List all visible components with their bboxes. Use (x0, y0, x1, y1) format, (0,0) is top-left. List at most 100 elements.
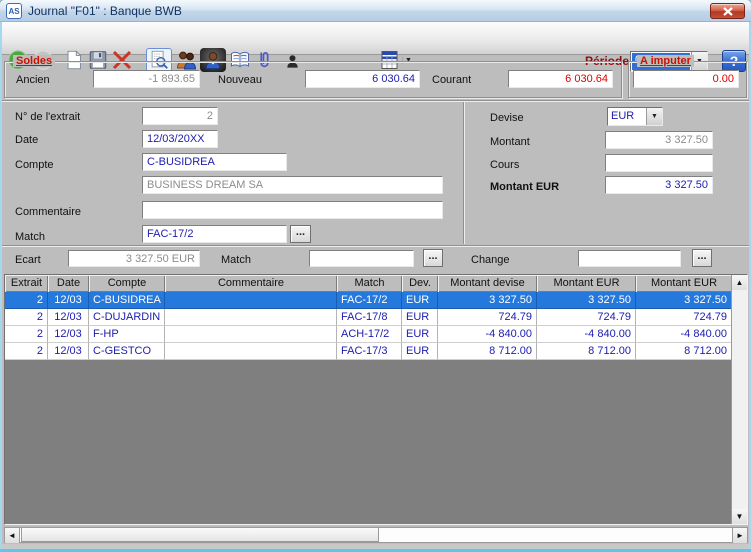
table-cell: 3 327.50 (537, 292, 636, 309)
nouveau-field[interactable]: 6 030.64 (305, 70, 420, 88)
grid-header: ExtraitDateCompteCommentaireMatchDev.Mon… (5, 275, 731, 292)
toolbar: ▼ Période 03/20XX ▼ ? (0, 22, 751, 55)
table-cell: 8 712.00 (537, 343, 636, 360)
transactions-grid: ExtraitDateCompteCommentaireMatchDev.Mon… (4, 274, 748, 525)
match-field[interactable]: FAC-17/2 (142, 225, 287, 243)
table-cell: EUR (402, 343, 438, 360)
montant-field: 3 327.50 (605, 131, 713, 149)
nouveau-label: Nouveau (218, 74, 262, 86)
ancien-label: Ancien (16, 74, 50, 86)
table-cell: 12/03 (48, 309, 89, 326)
table-cell: C-GESTCO (89, 343, 165, 360)
date-field[interactable]: 12/03/20XX (142, 130, 218, 148)
column-header[interactable]: Dev. (402, 275, 438, 292)
arrow-right-icon: ► (736, 531, 744, 540)
match-browse-button[interactable]: ... (290, 225, 311, 243)
close-icon (723, 7, 733, 16)
montant-eur-field[interactable]: 3 327.50 (605, 176, 713, 194)
arrow-up-icon: ▲ (736, 278, 744, 287)
title-bar: AS Journal "F01" : Banque BWB (0, 0, 751, 22)
change-field[interactable] (578, 250, 681, 267)
divider (2, 100, 749, 102)
divider (2, 245, 749, 247)
extrait-field: 2 (142, 107, 218, 125)
column-header[interactable]: Montant EUR (636, 275, 732, 292)
table-row[interactable]: 212/03C-DUJARDINFAC-17/8EUR724.79724.797… (5, 309, 731, 326)
change-browse-button[interactable]: ... (692, 249, 712, 267)
devise-dropdown-button[interactable]: ▼ (646, 108, 662, 125)
column-header[interactable]: Extrait (5, 275, 48, 292)
table-cell: 12/03 (48, 326, 89, 343)
app-window: AS Journal "F01" : Banque BWB (0, 0, 751, 552)
table-cell (165, 309, 337, 326)
table-cell: 2 (5, 309, 48, 326)
column-header[interactable]: Montant devise (438, 275, 537, 292)
cours-label: Cours (490, 159, 519, 171)
a-imputer-group-label: A imputer (637, 55, 694, 67)
table-cell: 12/03 (48, 343, 89, 360)
close-button[interactable] (710, 3, 745, 19)
commentaire-label: Commentaire (15, 206, 81, 218)
table-row[interactable]: 212/03C-GESTCO FAC-17/3EUR 8 712.008 712.0… (5, 343, 731, 360)
montant-eur-label: Montant EUR (490, 181, 559, 193)
commentaire-field[interactable] (142, 201, 443, 219)
table-cell: F-HP (89, 326, 165, 343)
compte-name-field: BUSINESS DREAM SA (142, 176, 443, 194)
table-cell: -4 840.00 (438, 326, 537, 343)
devise-label: Devise (490, 112, 524, 124)
horizontal-scrollbar[interactable]: ◄ ► (4, 527, 748, 543)
horizontal-scroll-thumb[interactable] (21, 528, 379, 542)
divider (463, 102, 465, 244)
cours-field[interactable] (605, 154, 713, 172)
scroll-up-button[interactable]: ▲ (732, 275, 747, 290)
devise-combobox[interactable]: EUR ▼ (607, 107, 663, 126)
montant-label: Montant (490, 136, 530, 148)
column-header[interactable]: Montant EUR (537, 275, 636, 292)
arrow-down-icon: ▼ (736, 512, 744, 521)
devise-value: EUR (608, 108, 646, 125)
table-cell: -4 840.00 (537, 326, 636, 343)
scroll-left-button[interactable]: ◄ (5, 528, 20, 543)
table-cell (165, 292, 337, 309)
table-cell: 724.79 (537, 309, 636, 326)
ecart-match-browse-button[interactable]: ... (423, 249, 443, 267)
column-header[interactable]: Compte (89, 275, 165, 292)
arrow-left-icon: ◄ (8, 531, 16, 540)
table-cell: 2 (5, 343, 48, 360)
table-cell: FAC-17/3 (337, 343, 402, 360)
table-cell: 2 (5, 292, 48, 309)
vertical-scrollbar[interactable]: ▲ ▼ (731, 275, 747, 524)
table-cell: -4 840.00 (636, 326, 732, 343)
match-label: Match (15, 231, 45, 243)
table-cell: EUR (402, 309, 438, 326)
table-cell (165, 343, 337, 360)
column-header[interactable]: Commentaire (165, 275, 337, 292)
courant-label: Courant (432, 74, 471, 86)
column-header[interactable]: Match (337, 275, 402, 292)
table-cell: 12/03 (48, 292, 89, 309)
compte-field[interactable]: C-BUSIDREA (142, 153, 287, 171)
table-row[interactable]: 212/03F-HPACH-17/2EUR-4 840.00-4 840.00-… (5, 326, 731, 343)
chevron-down-icon: ▼ (651, 113, 658, 120)
table-cell: 3 327.50 (438, 292, 537, 309)
column-header[interactable]: Date (48, 275, 89, 292)
ancien-field: -1 893.65 (93, 70, 200, 88)
ecart-match-label: Match (221, 254, 251, 266)
change-label: Change (471, 254, 510, 266)
window-border (0, 22, 2, 552)
table-cell: 8 712.00 (636, 343, 732, 360)
grid-body: 212/03C-BUSIDREAFAC-17/2EUR3 327.503 327… (5, 292, 731, 360)
ecart-match-field[interactable] (309, 250, 414, 267)
table-cell: EUR (402, 326, 438, 343)
extrait-label: N° de l'extrait (15, 111, 80, 123)
scroll-right-button[interactable]: ► (732, 528, 747, 543)
app-icon: AS (6, 3, 22, 19)
soldes-group-label: Soldes (13, 55, 55, 67)
table-cell: 724.79 (438, 309, 537, 326)
courant-field: 6 030.64 (508, 70, 613, 88)
date-label: Date (15, 134, 38, 146)
table-row[interactable]: 212/03C-BUSIDREAFAC-17/2EUR3 327.503 327… (5, 292, 731, 309)
table-cell: 2 (5, 326, 48, 343)
table-cell: 3 327.50 (636, 292, 732, 309)
scroll-down-button[interactable]: ▼ (732, 509, 747, 524)
